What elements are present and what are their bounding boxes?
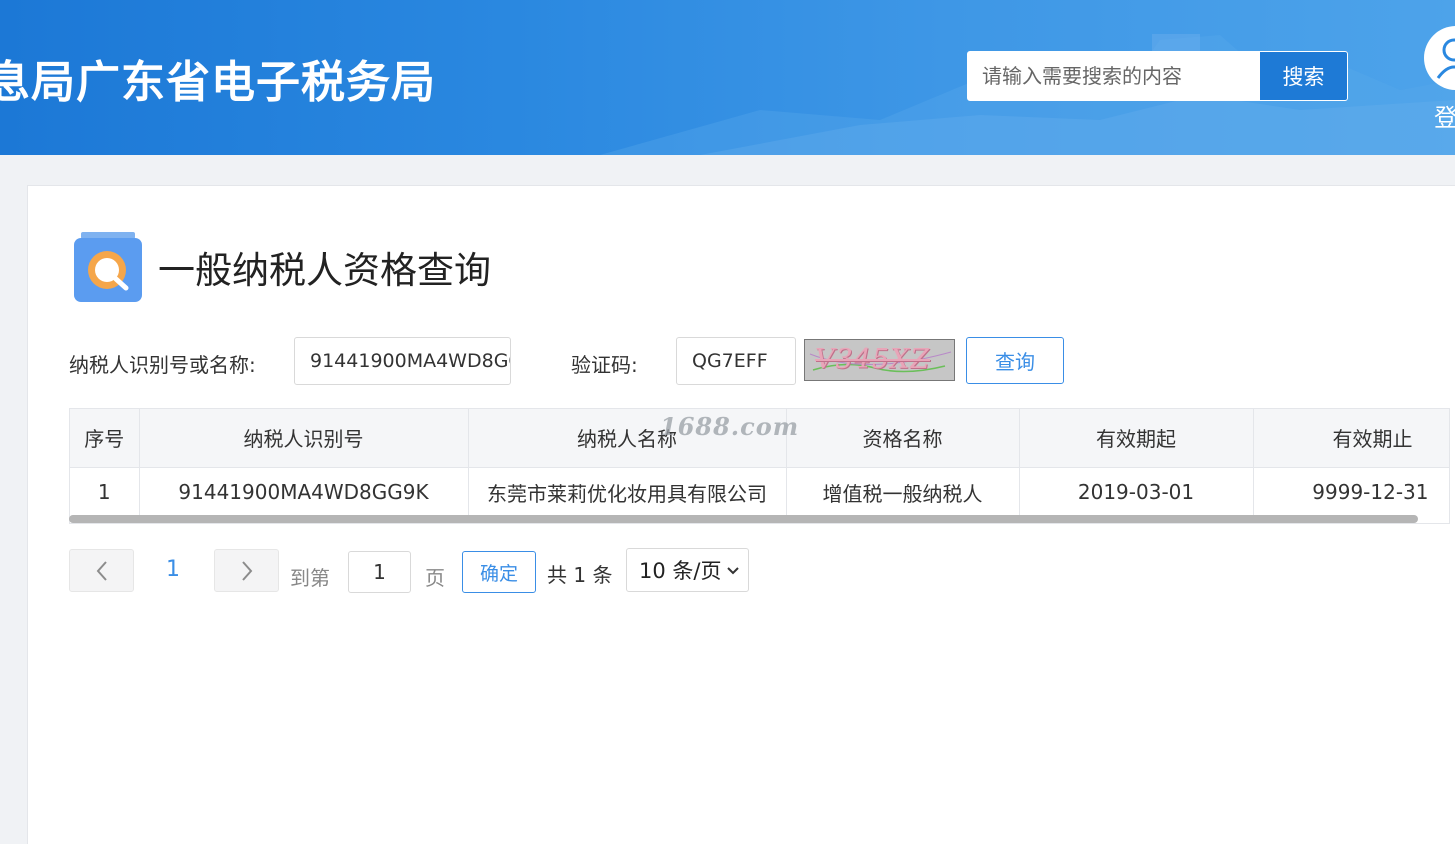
goto-label: 到第 xyxy=(290,566,330,590)
column-header: 序号 xyxy=(70,409,140,468)
prev-page-button[interactable] xyxy=(69,549,134,592)
search-button[interactable]: 搜索 xyxy=(1259,52,1347,100)
table-cell: 9999-12-31 xyxy=(1253,467,1449,517)
goto-page-input[interactable] xyxy=(348,551,411,593)
page-unit-label: 页 xyxy=(425,566,445,590)
captcha-text: V345XZ xyxy=(815,344,931,375)
table-cell: 增值税一般纳税人 xyxy=(786,467,1020,517)
chevron-left-icon xyxy=(96,560,107,581)
user-avatar-icon[interactable] xyxy=(1424,26,1455,90)
column-header: 有效期止 xyxy=(1253,409,1449,468)
query-button[interactable]: 查询 xyxy=(966,337,1064,384)
search-box: 搜索 xyxy=(967,51,1348,101)
page-size-select[interactable]: 10 条/页 xyxy=(626,548,749,592)
column-header: 有效期起 xyxy=(1019,409,1254,468)
table-cell: 1 xyxy=(70,467,140,517)
column-header: 资格名称 xyxy=(786,409,1020,468)
taxpayer-id-label: 纳税人识别号或名称: xyxy=(69,353,256,377)
captcha-input[interactable] xyxy=(676,337,796,385)
chevron-down-icon xyxy=(727,567,739,575)
table-row: 1 91441900MA4WD8GG9K 东莞市莱莉优化妆用具有限公司 增值税一… xyxy=(70,467,1449,517)
captcha-label: 验证码: xyxy=(571,353,638,377)
watermark: 1688.com xyxy=(660,412,800,441)
page-title: 一般纳税人资格查询 xyxy=(158,249,491,292)
table-cell: 东莞市莱莉优化妆用具有限公司 xyxy=(468,467,787,517)
header-banner: 息局广东省电子税务局 搜索 登 xyxy=(0,0,1455,155)
taxpayer-id-input[interactable] xyxy=(294,337,511,385)
confirm-button[interactable]: 确定 xyxy=(462,551,536,593)
next-page-button[interactable] xyxy=(214,549,279,592)
search-input[interactable] xyxy=(968,52,1259,100)
table-cell: 91441900MA4WD8GG9K xyxy=(139,467,469,517)
search-document-icon xyxy=(74,232,142,302)
table-cell: 2019-03-01 xyxy=(1019,467,1254,517)
site-title: 息局广东省电子税务局 xyxy=(0,57,436,108)
horizontal-scrollbar[interactable] xyxy=(69,515,1418,523)
login-entry[interactable]: 登 xyxy=(1424,26,1455,136)
total-count: 共 1 条 xyxy=(547,563,613,587)
chevron-right-icon xyxy=(241,560,252,581)
captcha-image[interactable]: V345XZ xyxy=(804,339,955,381)
login-label[interactable]: 登 xyxy=(1434,98,1455,133)
page-size-value: 10 条/页 xyxy=(639,559,722,583)
column-header: 纳税人识别号 xyxy=(139,409,469,468)
page-number-current[interactable]: 1 xyxy=(166,557,180,582)
